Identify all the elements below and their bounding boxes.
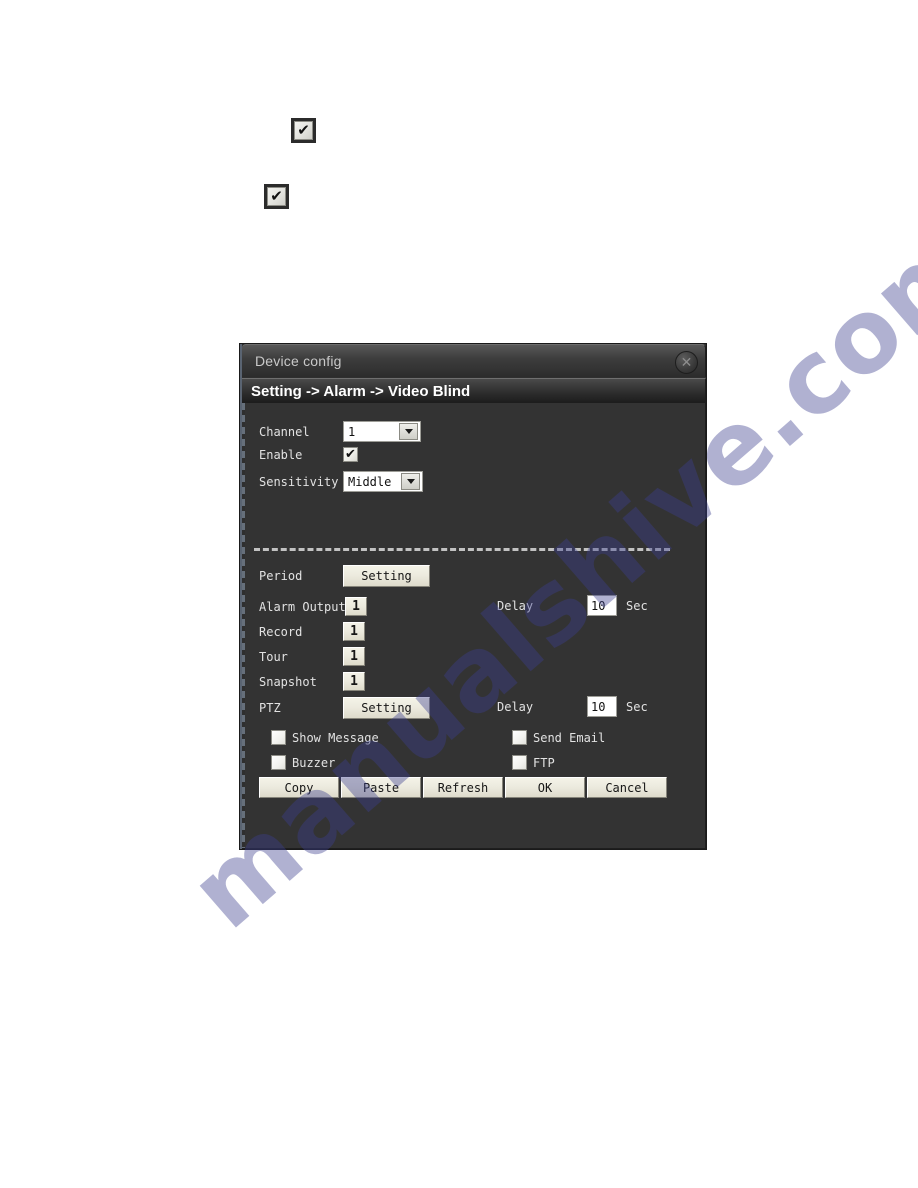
label-delay-ptz: Delay xyxy=(497,699,534,714)
checkmark-icon: ✔ xyxy=(294,121,313,140)
label-send-email: Send Email xyxy=(533,730,606,745)
label-sensitivity: Sensitivity xyxy=(259,474,339,489)
label-tour: Tour xyxy=(259,649,288,664)
inline-checkbox-icon-2: ✔ xyxy=(264,184,289,209)
checkmark-icon: ✔ xyxy=(267,187,286,206)
dialog-title-bar[interactable]: Device config ✕ xyxy=(242,344,706,377)
left-edge-strip xyxy=(242,403,245,848)
cancel-button[interactable]: Cancel xyxy=(587,777,667,798)
field-row-enable: Enable ✔ xyxy=(259,447,358,462)
chevron-down-icon[interactable] xyxy=(399,423,418,440)
dialog-button-bar: Copy Paste Refresh OK Cancel xyxy=(259,777,667,798)
snapshot-value-button[interactable]: 1 xyxy=(343,672,365,691)
field-row-buzzer: Buzzer xyxy=(271,755,335,770)
enable-checkbox[interactable]: ✔ xyxy=(343,447,358,462)
channel-select[interactable]: 1 xyxy=(343,421,421,442)
label-buzzer: Buzzer xyxy=(292,755,336,770)
field-row-alarm-output: Alarm Output 1 xyxy=(259,597,367,616)
field-row-delay-alarm: Delay 10 Sec xyxy=(497,595,648,616)
alarm-output-value-button[interactable]: 1 xyxy=(345,597,367,616)
chevron-down-icon[interactable] xyxy=(401,473,420,490)
label-enable: Enable xyxy=(259,447,303,462)
field-row-send-email: Send Email xyxy=(512,730,605,745)
label-delay-ptz-unit: Sec xyxy=(626,699,648,714)
label-ptz: PTZ xyxy=(259,701,281,715)
dialog-title: Device config xyxy=(255,353,342,369)
label-record: Record xyxy=(259,624,303,639)
copy-button[interactable]: Copy xyxy=(259,777,339,798)
field-row-tour: Tour 1 xyxy=(259,647,365,666)
field-row-ptz: PTZ Setting xyxy=(259,697,430,719)
sensitivity-select[interactable]: Middle xyxy=(343,471,423,492)
inline-checkbox-icon-1: ✔ xyxy=(291,118,316,143)
record-value-button[interactable]: 1 xyxy=(343,622,365,641)
show-message-checkbox[interactable] xyxy=(271,730,286,745)
field-row-ftp: FTP xyxy=(512,755,555,770)
field-row-delay-ptz: Delay 10 Sec xyxy=(497,696,648,717)
label-alarm-output: Alarm Output xyxy=(259,599,346,614)
channel-select-value: 1 xyxy=(348,424,356,439)
close-icon[interactable]: ✕ xyxy=(675,351,698,374)
period-setting-button[interactable]: Setting xyxy=(343,565,430,587)
section-divider xyxy=(254,548,670,551)
buzzer-checkbox[interactable] xyxy=(271,755,286,770)
breadcrumb-bar: Setting -> Alarm -> Video Blind xyxy=(242,378,706,403)
tour-value-button[interactable]: 1 xyxy=(343,647,365,666)
delay-alarm-input[interactable]: 10 xyxy=(587,595,617,616)
close-icon-glyph: ✕ xyxy=(680,354,693,371)
sensitivity-select-value: Middle xyxy=(348,474,392,489)
field-row-show-message: Show Message xyxy=(271,730,379,745)
label-channel: Channel xyxy=(259,424,310,439)
breadcrumb: Setting -> Alarm -> Video Blind xyxy=(251,382,471,400)
refresh-button[interactable]: Refresh xyxy=(423,777,503,798)
label-delay-alarm: Delay xyxy=(497,598,534,613)
field-row-sensitivity: Sensitivity Middle xyxy=(259,471,423,492)
device-config-dialog: Device config ✕ Setting -> Alarm -> Vide… xyxy=(240,344,706,849)
dialog-body: Channel 1 Enable ✔ Sensitivity Middle Pe… xyxy=(242,403,706,849)
ftp-checkbox[interactable] xyxy=(512,755,527,770)
label-period: Period xyxy=(259,569,303,583)
field-row-record: Record 1 xyxy=(259,622,365,641)
ptz-setting-button[interactable]: Setting xyxy=(343,697,430,719)
send-email-checkbox[interactable] xyxy=(512,730,527,745)
label-snapshot: Snapshot xyxy=(259,674,317,689)
field-row-channel: Channel 1 xyxy=(259,421,421,442)
ok-button[interactable]: OK xyxy=(505,777,585,798)
field-row-period: Period Setting xyxy=(259,565,430,587)
label-show-message: Show Message xyxy=(292,730,379,745)
paste-button[interactable]: Paste xyxy=(341,777,421,798)
label-ftp: FTP xyxy=(533,755,555,770)
field-row-snapshot: Snapshot 1 xyxy=(259,672,365,691)
delay-ptz-input[interactable]: 10 xyxy=(587,696,617,717)
label-delay-alarm-unit: Sec xyxy=(626,598,648,613)
